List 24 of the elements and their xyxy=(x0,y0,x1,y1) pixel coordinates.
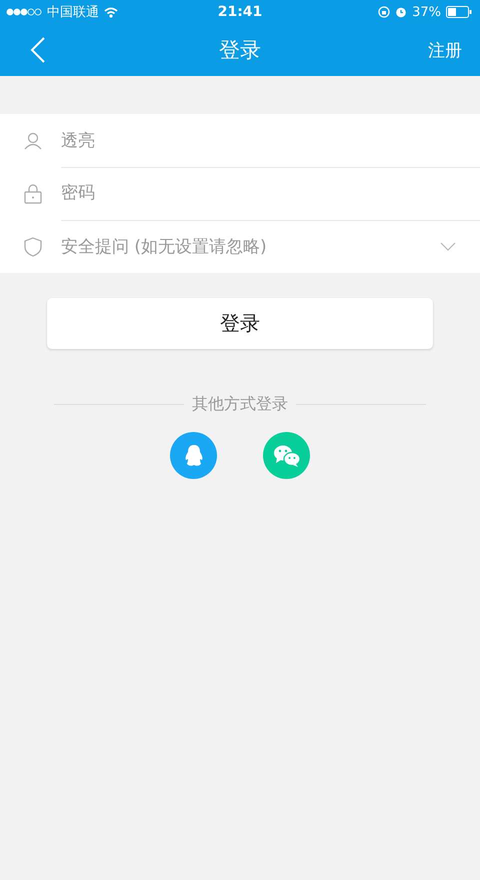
person-icon xyxy=(24,132,42,150)
login-button[interactable]: 登录 xyxy=(47,298,433,349)
carrier-name: 中国联通 xyxy=(47,4,99,21)
alarm-icon xyxy=(395,6,408,18)
lock-icon xyxy=(24,184,42,204)
penguin-icon xyxy=(184,444,204,468)
back-icon[interactable] xyxy=(30,36,46,64)
chevron-down-icon[interactable] xyxy=(440,242,456,251)
username-field[interactable]: 透亮 xyxy=(61,130,456,150)
wifi-icon xyxy=(104,6,118,18)
battery-icon xyxy=(446,6,472,18)
signal-icon xyxy=(6,8,42,16)
register-link[interactable]: 注册 xyxy=(428,38,462,62)
chat-bubbles-icon xyxy=(272,444,300,468)
rotation-lock-icon xyxy=(378,6,390,18)
clock-time: 21:41 xyxy=(218,4,262,20)
chat-bubbles-login-button[interactable] xyxy=(263,432,310,479)
other-login-label: 其他方式登录 xyxy=(192,394,288,415)
battery-percent: 37% xyxy=(412,4,441,20)
page-title: 登录 xyxy=(219,37,261,64)
penguin-login-button[interactable] xyxy=(170,432,217,479)
password-field[interactable]: 密码 xyxy=(61,183,456,203)
shield-icon xyxy=(24,236,42,256)
security-question-field[interactable]: 安全提问 (如无设置请忽略) xyxy=(61,236,440,256)
